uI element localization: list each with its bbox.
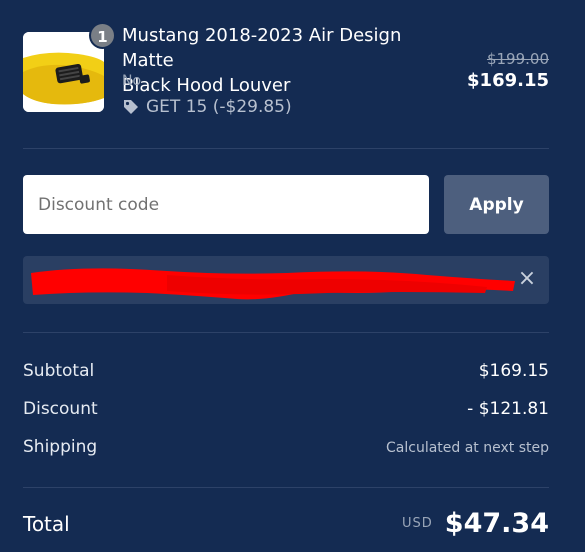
currency-code: USD	[402, 516, 433, 531]
redaction-scribble	[31, 268, 515, 300]
subtotal-row: Subtotal $169.15	[23, 361, 549, 381]
subtotal-label: Subtotal	[23, 361, 95, 381]
shipping-row: Shipping Calculated at next step	[23, 437, 549, 457]
apply-button[interactable]: Apply	[444, 175, 549, 234]
product-title: Mustang 2018-2023 Air Design Matte Black…	[122, 23, 452, 98]
divider	[23, 148, 549, 149]
total-row: Total USD $47.34	[23, 508, 549, 539]
shipping-label: Shipping	[23, 437, 98, 457]
divider	[23, 487, 549, 488]
total-label: Total	[23, 511, 70, 536]
product-discount-label: GET 15 (-$29.85)	[146, 97, 292, 117]
total-value: $47.34	[444, 508, 549, 539]
divider	[23, 332, 549, 333]
applied-discount-chip: ×	[23, 256, 549, 304]
subtotal-value: $169.15	[478, 361, 549, 381]
price-original: $199.00	[486, 50, 549, 68]
discount-label: Discount	[23, 399, 98, 419]
tag-icon	[124, 100, 138, 114]
quantity-badge: 1	[89, 22, 116, 49]
shipping-value: Calculated at next step	[386, 440, 549, 456]
total-amount: USD $47.34	[402, 508, 549, 539]
product-discount: GET 15 (-$29.85)	[122, 97, 292, 117]
price-column: $199.00 $169.15	[467, 50, 549, 91]
discount-code-input[interactable]	[23, 175, 429, 234]
product-title-line1: Mustang 2018-2023 Air Design Matte	[122, 25, 402, 71]
product-variant: No	[122, 73, 142, 89]
price-current: $169.15	[467, 70, 549, 91]
close-icon[interactable]: ×	[517, 268, 537, 290]
discount-row: Discount - $121.81	[23, 399, 549, 419]
line-item: 1 Mustang 2018-2023 Air Design Matte Bla…	[23, 22, 549, 122]
discount-value: - $121.81	[467, 399, 549, 419]
product-title-line2: Black Hood Louver	[122, 75, 291, 96]
